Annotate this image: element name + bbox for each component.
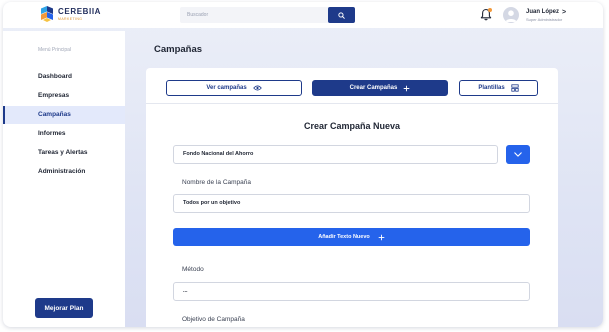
brain-logo-icon xyxy=(41,6,53,22)
sidebar: Menú Principal Dashboard Empresas Campañ… xyxy=(3,31,125,327)
add-text-label: Añadir Texto Nuevo xyxy=(318,234,370,240)
search-icon xyxy=(338,11,345,19)
chevron-down-icon xyxy=(514,152,522,157)
sidebar-item-empresas[interactable]: Empresas xyxy=(3,87,125,105)
sidebar-item-dashboard[interactable]: Dashboard xyxy=(3,68,125,86)
user-role: Super Administrador xyxy=(526,17,563,22)
notification-dot xyxy=(488,8,492,12)
tab-label: Ver campañas xyxy=(206,85,247,91)
upgrade-plan-button[interactable]: Mejorar Plan xyxy=(35,298,93,318)
form-title: Crear Campaña Nueva xyxy=(303,121,401,131)
plus-icon xyxy=(378,234,385,240)
search-button[interactable] xyxy=(328,7,355,23)
sidebar-item-campanas[interactable]: Campañas xyxy=(3,106,125,124)
search-input[interactable] xyxy=(180,7,330,23)
company-dropdown-button[interactable] xyxy=(506,145,530,164)
user-menu-chevron-icon[interactable]: > xyxy=(562,9,566,16)
tab-bar: Ver campañas Crear Campañas Plantillas xyxy=(146,68,558,104)
user-name[interactable]: Juan López xyxy=(526,9,559,15)
sidebar-menu-label: Menú Principal xyxy=(38,47,72,53)
tab-label: Crear Campañas xyxy=(349,85,398,91)
campaign-objective-label: Objetivo de Campaña xyxy=(182,316,245,323)
add-text-button[interactable]: Añadir Texto Nuevo xyxy=(173,228,530,246)
tab-crear-campanas[interactable]: Crear Campañas xyxy=(312,80,448,96)
tab-ver-campanas[interactable]: Ver campañas xyxy=(166,80,302,96)
brand-tagline: MARKETING xyxy=(58,17,83,21)
sidebar-item-administracion[interactable]: Administración xyxy=(3,163,125,181)
sidebar-item-informes[interactable]: Informes xyxy=(3,125,125,143)
app-window: CEREBIIA MARKETING Juan López Super Admi… xyxy=(3,2,603,327)
method-label: Método xyxy=(182,266,204,273)
campaign-name-label: Nombre de la Campaña xyxy=(182,179,252,186)
page-title: Campañas xyxy=(154,44,203,55)
campaign-card: Ver campañas Crear Campañas Plantillas C… xyxy=(146,68,558,327)
company-select[interactable]: Fondo Nacional del Ahorro xyxy=(173,145,498,164)
tab-label: Plantillas xyxy=(478,85,505,91)
template-grid-icon xyxy=(511,84,519,92)
avatar[interactable] xyxy=(503,7,519,23)
brand-name: CEREBIIA xyxy=(58,7,102,16)
eye-icon xyxy=(252,85,262,91)
sidebar-item-tareas-alertas[interactable]: Tareas y Alertas xyxy=(3,144,125,162)
plus-icon xyxy=(404,85,410,91)
campaign-name-input[interactable]: Todos por un objetivo xyxy=(173,194,530,213)
method-input[interactable]: ... xyxy=(173,282,530,301)
tab-plantillas[interactable]: Plantillas xyxy=(459,80,538,96)
user-avatar-icon xyxy=(505,10,517,22)
top-bar: CEREBIIA MARKETING Juan López Super Admi… xyxy=(3,2,603,28)
